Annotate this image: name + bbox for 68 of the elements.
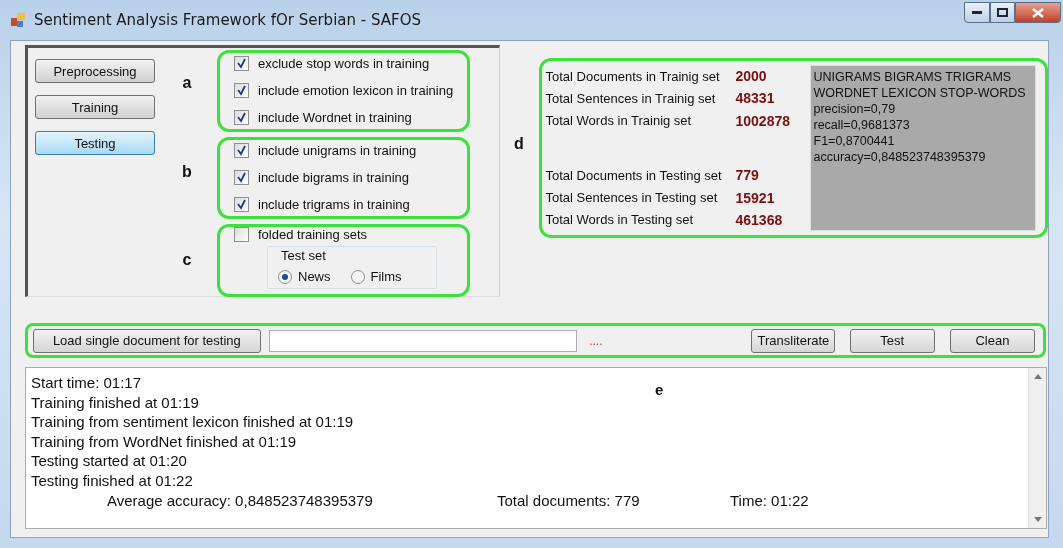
window-title: Sentiment Analysis Framework fOr Serbian - SAFOS <box>34 11 421 29</box>
stat-value: 461368 <box>735 211 783 228</box>
check-icon <box>236 172 247 183</box>
stat-label: Total Documents in Trainig set <box>545 68 721 84</box>
minimize-button[interactable] <box>964 2 990 23</box>
radio-button[interactable]: Films <box>350 269 402 284</box>
stat-value: 2000 <box>735 68 767 85</box>
summary-text: Total documents: 779 <box>497 491 640 509</box>
check-icon <box>236 85 247 96</box>
checkbox[interactable]: include Wordnet in training <box>234 110 467 125</box>
check-icon <box>236 58 247 69</box>
action-button[interactable]: Test <box>849 328 935 353</box>
summary-text: Time: 01:22 <box>730 491 809 509</box>
action-button[interactable]: Clean <box>949 328 1035 353</box>
log-line: Training from WordNet finished at 01:19 <box>31 432 297 450</box>
result-line: F1=0,8700441 <box>813 133 895 149</box>
minimize-icon <box>972 10 982 15</box>
group-title: Test set <box>278 248 329 263</box>
summary-text: Average accuracy: 0,848523748395379 <box>107 491 373 509</box>
load-document-button[interactable]: Load single document for testing <box>33 328 261 353</box>
close-button[interactable] <box>1015 2 1061 23</box>
scroll-down-icon[interactable] <box>1033 517 1042 522</box>
status-text: .... <box>589 333 603 348</box>
scroll-up-icon[interactable] <box>1033 374 1042 379</box>
nav-button[interactable]: Training <box>35 95 155 119</box>
checkbox[interactable]: include emotion lexicon in training <box>234 83 467 98</box>
maximize-button[interactable] <box>990 2 1015 23</box>
check-icon <box>236 145 247 156</box>
checkbox[interactable]: folded training sets <box>234 227 467 242</box>
log-line: Training finished at 01:19 <box>31 393 199 411</box>
stat-value: 48331 <box>735 90 775 107</box>
checkbox[interactable]: include bigrams in training <box>234 170 467 185</box>
log-line: Testing finished at 01:22 <box>31 471 193 489</box>
radio-button[interactable]: News <box>278 269 331 284</box>
log-line: Start time: 01:17 <box>31 374 142 391</box>
stat-label: Total Words in Testing set <box>545 212 695 228</box>
log-line: Testing started at 01:20 <box>31 452 187 470</box>
stat-label: Total Words in Trainig set <box>545 113 693 129</box>
result-line: WORDNET LEXICON STOP-WORDS <box>813 85 1026 101</box>
stat-value: 779 <box>735 167 759 184</box>
scrollbar[interactable] <box>1028 368 1046 528</box>
annotation-label: c <box>181 250 193 269</box>
result-line: precision=0,79 <box>813 101 896 117</box>
stat-value: 1002878 <box>735 112 790 129</box>
checkbox[interactable]: exclude stop words in training <box>234 56 467 71</box>
nav-button[interactable]: Testing <box>35 131 155 155</box>
check-icon <box>236 199 247 210</box>
checkbox[interactable]: include unigrams in training <box>234 143 467 158</box>
stat-value: 15921 <box>735 189 775 206</box>
annotation-label: b <box>181 163 193 181</box>
annotation-label: e <box>655 380 664 400</box>
check-icon <box>236 112 247 123</box>
annotation-label: d <box>513 135 525 153</box>
app-icon <box>10 12 26 28</box>
stat-label: Total Documents in Testing set <box>545 167 723 183</box>
checkbox[interactable]: include trigrams in training <box>234 197 467 212</box>
result-line: UNIGRAMS BIGRAMS TRIGRAMS <box>813 69 1012 85</box>
result-line: recall=0,9681373 <box>813 117 910 133</box>
maximize-icon <box>997 8 1008 17</box>
result-line: accuracy=0,848523748395379 <box>813 149 986 165</box>
nav-button[interactable]: Preprocessing <box>35 59 155 83</box>
stat-label: Total Sentences in Trainig set <box>545 91 717 106</box>
annotation-label: a <box>181 74 193 92</box>
log-line: Training from sentiment lexicon finished at 01:19 <box>31 413 354 431</box>
document-path-field[interactable] <box>268 329 578 352</box>
close-icon <box>1032 7 1044 18</box>
action-button[interactable]: Transliterate <box>750 328 835 353</box>
stat-label: Total Sentences in Testing set <box>545 190 719 205</box>
